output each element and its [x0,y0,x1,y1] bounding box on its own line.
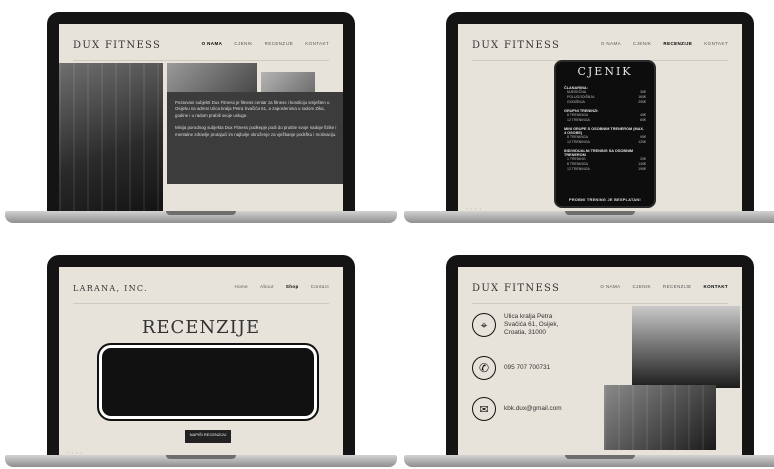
nav-recenzije[interactable]: RECENZIJE [663,284,692,289]
site-header: DUX FITNESS O NAMA CJENIK RECENZIJE KONT… [458,24,742,62]
location-pin-icon: ⌖ [472,313,496,337]
contact-phone: ✆ 095 707 700731 [472,356,550,380]
nav-kontakt[interactable]: KONTAKT [704,284,728,289]
price-row: 12 TRENINGA 190€ [567,167,646,172]
reviews-carousel[interactable] [97,343,319,421]
reviews-page-screen: LARANA, INC. Home About Shop Contact REC… [59,267,343,464]
about-text-block: Postovani subjekti Dux Fitness je fitnes… [167,92,343,184]
nav-shop[interactable]: Shop [286,284,299,289]
contact-address: ⌖ Ulica kralja Petra Svačića 61, Osijek,… [472,313,558,337]
nav-cjenik[interactable]: CJENIK [234,41,252,46]
pricing-phone-mockup: CJENIK ČLANARINA: MJESEČNA 30€ POLUGODIŠNJA… [554,60,656,208]
gym-interior-photo [604,385,716,450]
about-page-screen: DUX FITNESS O NAMA CJENIK RECENZIJE KONT… [59,24,343,220]
price-item-value: 60€ [640,118,646,122]
price-item-label: 12 TRENINGA [567,140,590,144]
nav-o-nama[interactable]: O NAMA [600,284,620,289]
laptop-pricing: DUX FITNESS O NAMA CJENIK RECENZIJE KONT… [404,12,774,223]
nav-about[interactable]: About [260,284,274,289]
address-text: Ulica kralja Petra Svačića 61, Osijek, C… [504,313,559,336]
price-list: ČLANARINA: MJESEČNA 30€ POLUGODIŠNJA 160€ GOD… [556,78,654,172]
laptop-contact: DUX FITNESS O NAMA CJENIK RECENZIJE KONT… [404,255,774,467]
nav-cjenik[interactable]: CJENIK [633,41,651,46]
contact-email: ✉ kbk.dux@gmail.com [472,397,562,421]
price-item-value: 290€ [638,100,646,104]
envelope-icon: ✉ [472,397,496,421]
nav-o-nama[interactable]: O NAMA [202,41,223,46]
mockup-collage: DUX FITNESS O NAMA CJENIK RECENZIJE KONT… [0,0,774,469]
price-row: 12 TRENINGA 120€ [567,140,646,145]
reviews-title: RECENZIJE [141,317,261,338]
contact-page-screen: DUX FITNESS O NAMA CJENIK RECENZIJE KONT… [458,267,742,464]
nav-kontakt[interactable]: KONTAKT [305,41,329,46]
nav-home[interactable]: Home [234,284,248,289]
main-nav: O NAMA CJENIK RECENZIJE KONTAKT [600,284,728,289]
email-text[interactable]: kbk.dux@gmail.com [504,405,562,413]
nav-o-nama[interactable]: O NAMA [601,41,621,46]
site-logo[interactable]: DUX FITNESS [73,40,161,51]
price-item-value: 190€ [638,167,646,171]
site-header: DUX FITNESS O NAMA CJENIK RECENZIJE KONT… [59,24,343,62]
nav-cjenik[interactable]: CJENIK [633,284,651,289]
phone-icon: ✆ [472,356,496,380]
laptop-about: DUX FITNESS O NAMA CJENIK RECENZIJE KONT… [5,12,397,223]
pricing-page-screen: DUX FITNESS O NAMA CJENIK RECENZIJE KONT… [458,24,742,220]
laptop-reviews: LARANA, INC. Home About Shop Contact REC… [5,255,397,467]
main-nav: Home About Shop Contact [234,284,329,289]
gym-photo-large [59,63,163,220]
nav-recenzije[interactable]: RECENZIJE [265,41,294,46]
price-row: 12 TRENINGA 60€ [567,118,646,123]
price-item-label: 12 TRENINGA [567,167,590,171]
nav-recenzije[interactable]: RECENZIJE [663,41,692,46]
site-header: LARANA, INC. Home About Shop Contact [59,267,343,305]
price-category: INDIVIDUALNI TRENING SA OSOBNIM TRENEROM [564,149,634,157]
write-review-button[interactable]: NAPIŠI RECENZIJU [185,430,231,443]
pricing-title: CJENIK [577,65,633,78]
nav-kontakt[interactable]: KONTAKT [704,41,728,46]
price-category: MINI GRUPE S OSOBNIM TRENEROM (MAX. 4 OS… [564,127,644,135]
price-item-value: 120€ [638,140,646,144]
free-trial-note: PROBNI TRENING JE BESPLATAN! [569,198,641,202]
nav-contact[interactable]: Contact [311,284,329,289]
about-paragraph-1: Postovani subjekti Dux Fitness je fitnes… [175,100,330,118]
gym-building-photo [632,306,740,388]
main-nav: O NAMA CJENIK RECENZIJE KONTAKT [601,41,728,46]
site-header: DUX FITNESS O NAMA CJENIK RECENZIJE KONT… [458,267,742,305]
about-paragraph-2: Misija porodnog subjekta Dux Fitness pod… [175,125,337,137]
main-nav: O NAMA CJENIK RECENZIJE KONTAKT [202,41,329,46]
site-logo[interactable]: LARANA, INC. [73,284,148,293]
price-item-label: 12 TRENINGA [567,118,590,122]
price-item-label: GODIŠNJA [567,100,585,104]
phone-text[interactable]: 095 707 700731 [504,364,550,372]
price-row: GODIŠNJA 290€ [567,100,646,105]
site-logo[interactable]: DUX FITNESS [472,40,560,51]
site-logo[interactable]: DUX FITNESS [472,283,560,294]
